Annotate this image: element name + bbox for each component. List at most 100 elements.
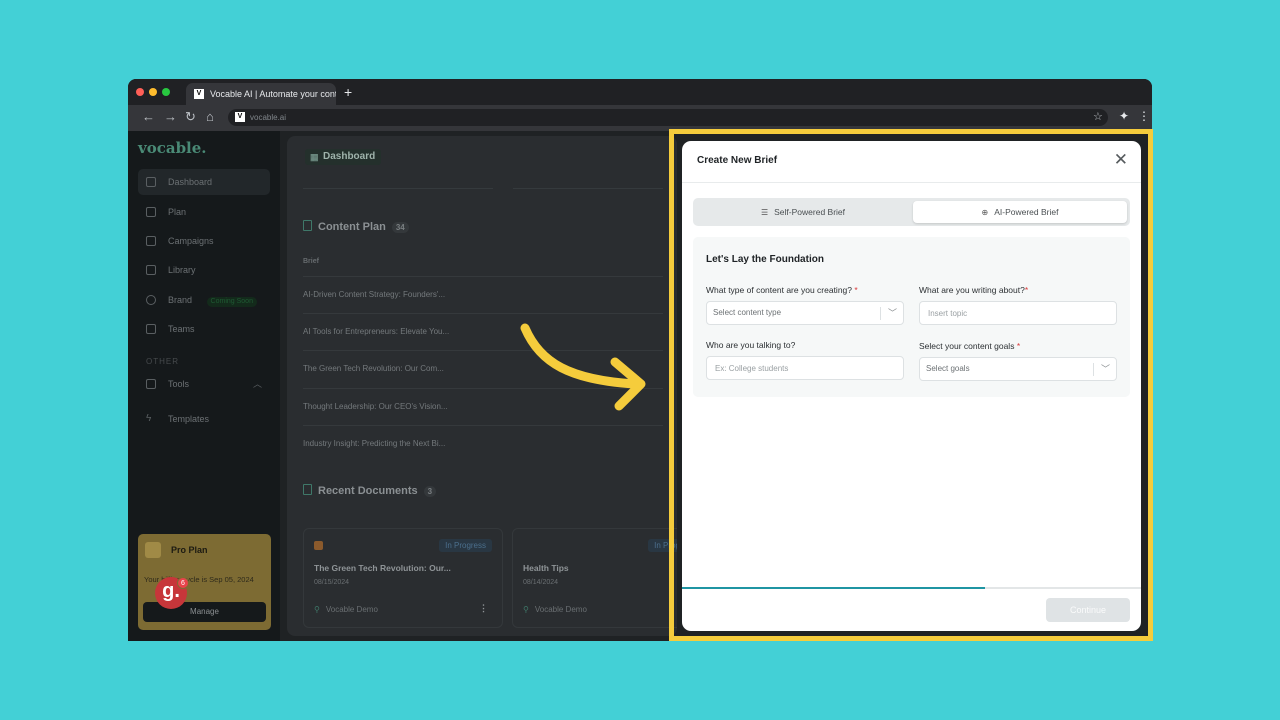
- browser-menu-icon[interactable]: ⋮: [1138, 109, 1150, 123]
- sidebar-item-dashboard[interactable]: Dashboard: [138, 169, 270, 195]
- progress-bar: [682, 587, 1141, 589]
- sidebar-item-plan[interactable]: Plan: [138, 199, 270, 225]
- minimize-window-button[interactable]: [149, 88, 157, 96]
- document-date: 08/14/2024: [523, 579, 559, 586]
- foundation-panel: Let's Lay the Foundation What type of co…: [693, 237, 1130, 397]
- reload-icon[interactable]: ↻: [185, 109, 196, 125]
- rss-icon: [314, 541, 323, 550]
- document-owner: ⚲ Vocable Demo: [314, 605, 378, 614]
- grid-icon: [146, 177, 156, 187]
- sidebar-item-label: Brand: [168, 295, 193, 305]
- table-row[interactable]: Industry Insight: Predicting the Next Bi…: [303, 425, 663, 462]
- sidebar: vocable. Dashboard Plan Campaigns Librar…: [128, 131, 280, 641]
- coming-soon-badge: Coming Soon: [206, 297, 257, 307]
- tab-self-powered-brief[interactable]: ☰ Self-Powered Brief: [696, 201, 910, 223]
- address-bar[interactable]: V vocable.ai: [228, 109, 1108, 126]
- sidebar-item-campaigns[interactable]: Campaigns: [138, 228, 270, 254]
- pro-plan-title: Pro Plan: [171, 545, 208, 555]
- forward-icon[interactable]: →: [164, 109, 177, 124]
- user-icon: ⚲: [314, 605, 320, 614]
- recent-documents-heading: Recent Documents 3: [303, 484, 437, 497]
- smiley-icon: [146, 295, 156, 305]
- audience-input[interactable]: [706, 356, 904, 380]
- document-title: The Green Tech Revolution: Our...: [314, 563, 451, 573]
- sidebar-item-label: Teams: [168, 324, 195, 334]
- sidebar-item-templates[interactable]: ϟ Templates: [138, 406, 270, 432]
- calendar-icon: [146, 207, 156, 217]
- count-badge: 34: [391, 222, 409, 233]
- content-plan-heading: Content Plan 34: [303, 220, 409, 233]
- divider: [682, 182, 1141, 183]
- new-tab-button[interactable]: +: [344, 84, 352, 100]
- document-icon: [303, 220, 312, 231]
- topic-label: What are you writing about?*: [919, 285, 1029, 295]
- sidebar-item-library[interactable]: Library: [138, 257, 270, 283]
- content-type-select[interactable]: Select content type ﹀: [706, 301, 904, 325]
- tab-ai-powered-brief[interactable]: ⊕ AI-Powered Brief: [913, 201, 1127, 223]
- close-icon[interactable]: ✕: [1114, 150, 1128, 170]
- chevron-down-icon: ﹀: [887, 308, 897, 318]
- maximize-window-button[interactable]: [162, 88, 170, 96]
- globe-icon: ⊕: [981, 208, 989, 217]
- document-date: 08/15/2024: [314, 579, 350, 586]
- tab-bar: V Vocable AI | Automate your conten +: [128, 79, 1152, 105]
- document-owner: ⚲ Vocable Demo: [523, 605, 587, 614]
- document-title: Health Tips: [523, 563, 569, 573]
- more-options-icon[interactable]: ⋮: [479, 603, 488, 614]
- progress-fill: [682, 587, 985, 589]
- create-brief-modal: Create New Brief ✕ ☰ Self-Powered Brief ⊕…: [682, 141, 1141, 631]
- topic-input[interactable]: [919, 301, 1117, 325]
- plan-icon: [145, 542, 161, 558]
- document-card[interactable]: In Progress Health Tips 08/14/2024 ⚲Voca…: [512, 528, 677, 628]
- sidebar-item-label: Campaigns: [168, 236, 214, 246]
- address-text: vocable.ai: [250, 113, 287, 122]
- extensions-icon[interactable]: ✦: [1119, 109, 1129, 123]
- bolt-icon: ϟ: [146, 413, 152, 424]
- section-label-other: OTHER: [146, 357, 179, 366]
- brief-type-toggle: ☰ Self-Powered Brief ⊕ AI-Powered Brief: [693, 198, 1130, 226]
- count-badge: 3: [423, 486, 437, 497]
- layers-icon: [146, 236, 156, 246]
- favicon-icon: V: [194, 89, 204, 99]
- sidebar-item-teams[interactable]: Teams: [138, 316, 270, 342]
- content-type-label: What type of content are you creating? *: [706, 285, 858, 295]
- sidebar-item-label: Dashboard: [168, 177, 213, 187]
- continue-button[interactable]: Continue: [1046, 598, 1130, 622]
- modal-title: Create New Brief: [697, 155, 778, 166]
- table-row[interactable]: AI-Driven Content Strategy: Founders'...: [303, 276, 663, 313]
- sidebar-item-label: Templates: [168, 414, 210, 424]
- bookmark-star-icon[interactable]: ☆: [1093, 110, 1103, 123]
- chevron-up-icon: ︿: [252, 379, 262, 389]
- truncated-card: [513, 175, 663, 189]
- goals-label: Select your content goals *: [919, 341, 1021, 351]
- briefcase-icon: [146, 379, 156, 389]
- pointer-arrow-icon: [520, 323, 646, 411]
- chevron-down-icon: ﹀: [1100, 364, 1110, 374]
- truncated-card: [303, 175, 493, 189]
- sidebar-item-label: Library: [168, 265, 196, 275]
- status-badge: In Progress: [439, 539, 492, 552]
- notification-count-badge: 6: [177, 577, 189, 589]
- document-card[interactable]: In Progress The Green Tech Revolution: O…: [303, 528, 503, 628]
- tab-title: Vocable AI | Automate your conten: [210, 89, 336, 99]
- goals-select[interactable]: Select goals ﹀: [919, 357, 1117, 381]
- site-favicon-icon: V: [235, 112, 245, 122]
- home-icon[interactable]: ⌂: [206, 109, 214, 124]
- browser-toolbar: ← → ↻ ⌂ V vocable.ai ☆ ✦ ⋮: [128, 105, 1152, 131]
- audience-label: Who are you talking to?: [706, 340, 796, 350]
- user-icon: ⚲: [523, 605, 529, 614]
- sidebar-item-tools[interactable]: Tools ︿: [138, 371, 270, 397]
- sidebar-item-label: Plan: [168, 207, 187, 217]
- users-icon: [146, 324, 156, 334]
- close-window-button[interactable]: [136, 88, 144, 96]
- back-icon[interactable]: ←: [142, 109, 155, 124]
- vocable-logo[interactable]: vocable.: [138, 139, 207, 157]
- sidebar-item-label: Tools: [168, 379, 190, 389]
- folder-icon: [146, 265, 156, 275]
- dashboard-label: Dashboard: [305, 149, 382, 165]
- document-icon: [303, 484, 312, 495]
- browser-tab[interactable]: V Vocable AI | Automate your conten: [186, 83, 336, 105]
- column-header-brief: Brief: [303, 258, 319, 265]
- sidebar-item-brand[interactable]: Brand Coming Soon: [138, 287, 270, 313]
- section-title: Let's Lay the Foundation: [706, 254, 824, 265]
